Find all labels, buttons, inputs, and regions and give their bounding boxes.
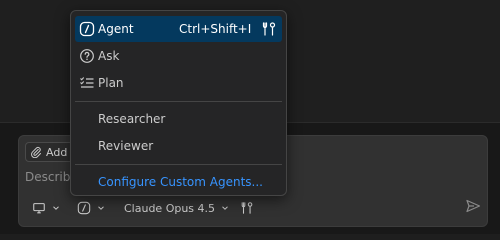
agent-icon bbox=[77, 201, 91, 215]
session-target-picker[interactable] bbox=[30, 198, 63, 218]
chevron-down-icon bbox=[51, 203, 61, 213]
question-icon bbox=[79, 48, 95, 64]
menu-item-label: Reviewer bbox=[98, 139, 154, 153]
menu-item-researcher[interactable]: Researcher bbox=[75, 106, 282, 132]
model-label: Claude Opus 4.5 bbox=[124, 201, 216, 215]
chevron-down-icon bbox=[220, 203, 230, 213]
chat-toolbar: Claude Opus 4.5 bbox=[30, 198, 256, 218]
send-button[interactable] bbox=[463, 198, 483, 218]
menu-item-reviewer[interactable]: Reviewer bbox=[75, 133, 282, 159]
send-icon bbox=[465, 198, 481, 218]
agent-mode-menu: Agent Ctrl+Shift+I Ask Plan Researcher R… bbox=[70, 10, 287, 196]
tools-icon bbox=[240, 201, 254, 215]
menu-divider bbox=[75, 101, 282, 102]
paperclip-icon bbox=[30, 146, 42, 159]
vscode-chat-window: Add Describe Claude Opus 4.5 Agent Ctrl+… bbox=[0, 0, 500, 234]
menu-item-label: Researcher bbox=[98, 112, 166, 126]
menu-item-plan[interactable]: Plan bbox=[75, 70, 282, 96]
monitor-icon bbox=[32, 201, 46, 215]
add-context-button[interactable]: Add bbox=[25, 142, 75, 162]
tools-icon[interactable] bbox=[261, 21, 277, 37]
tools-button[interactable] bbox=[238, 198, 256, 218]
checklist-icon bbox=[79, 75, 95, 91]
agent-mode-picker[interactable] bbox=[75, 198, 108, 218]
menu-divider bbox=[75, 164, 282, 165]
chevron-down-icon bbox=[96, 203, 106, 213]
agent-icon bbox=[79, 21, 95, 37]
menu-item-ask[interactable]: Ask bbox=[75, 43, 282, 69]
menu-item-label: Ask bbox=[98, 49, 120, 63]
menu-item-label: Plan bbox=[98, 76, 124, 90]
configure-custom-agents-link[interactable]: Configure Custom Agents... bbox=[75, 169, 282, 195]
model-picker[interactable]: Claude Opus 4.5 bbox=[122, 198, 232, 218]
menu-item-label: Agent bbox=[98, 22, 134, 36]
add-context-label: Add bbox=[46, 145, 68, 159]
keyboard-shortcut: Ctrl+Shift+I bbox=[179, 22, 252, 36]
menu-item-label: Configure Custom Agents... bbox=[98, 175, 263, 189]
menu-item-agent[interactable]: Agent Ctrl+Shift+I bbox=[75, 16, 282, 42]
